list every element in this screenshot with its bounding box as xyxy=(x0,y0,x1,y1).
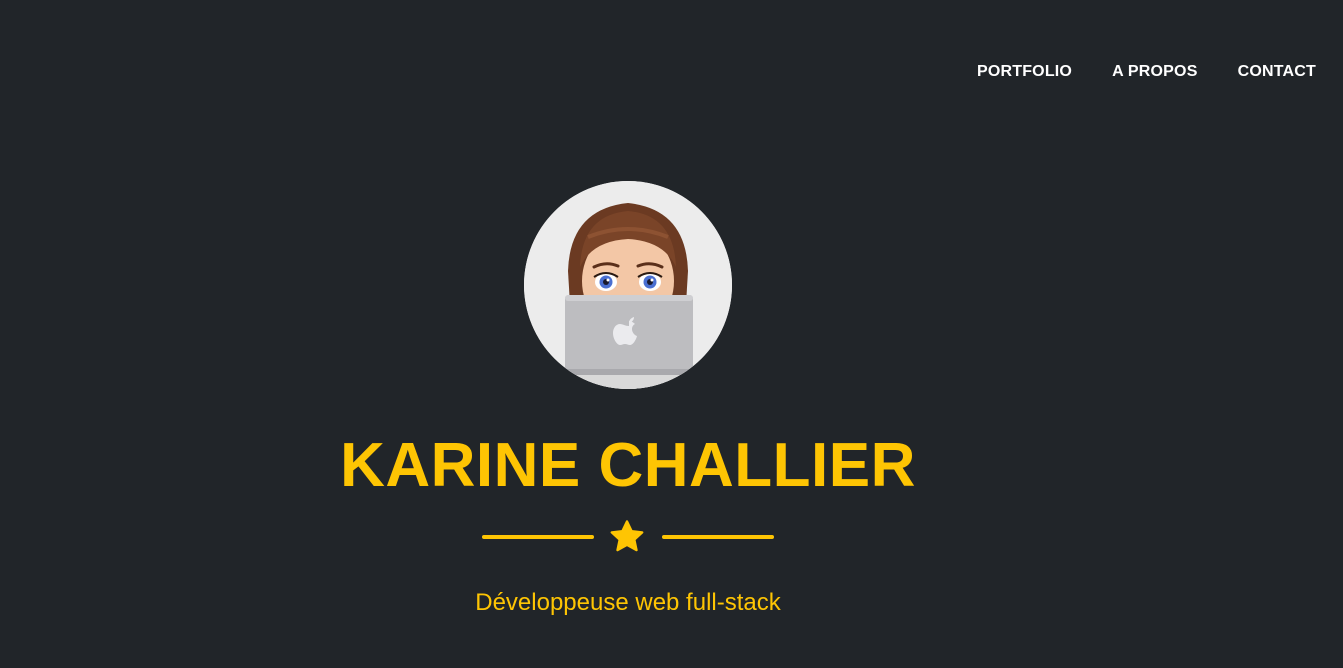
divider-line-right xyxy=(662,535,774,539)
hero-subtitle: Développeuse web full-stack xyxy=(475,589,781,616)
hero-name: KARINE CHALLIER xyxy=(340,431,916,500)
star-icon xyxy=(610,520,644,552)
divider-line-left xyxy=(482,535,594,539)
hero-divider xyxy=(482,518,774,556)
hero-section: KARINE CHALLIER Développeuse web full-st… xyxy=(0,0,1256,668)
page: PORTFOLIO A PROPOS CONTACT KARINE CHALLI… xyxy=(0,0,1343,668)
memoji-avatar-image xyxy=(524,181,732,389)
avatar xyxy=(524,181,732,389)
